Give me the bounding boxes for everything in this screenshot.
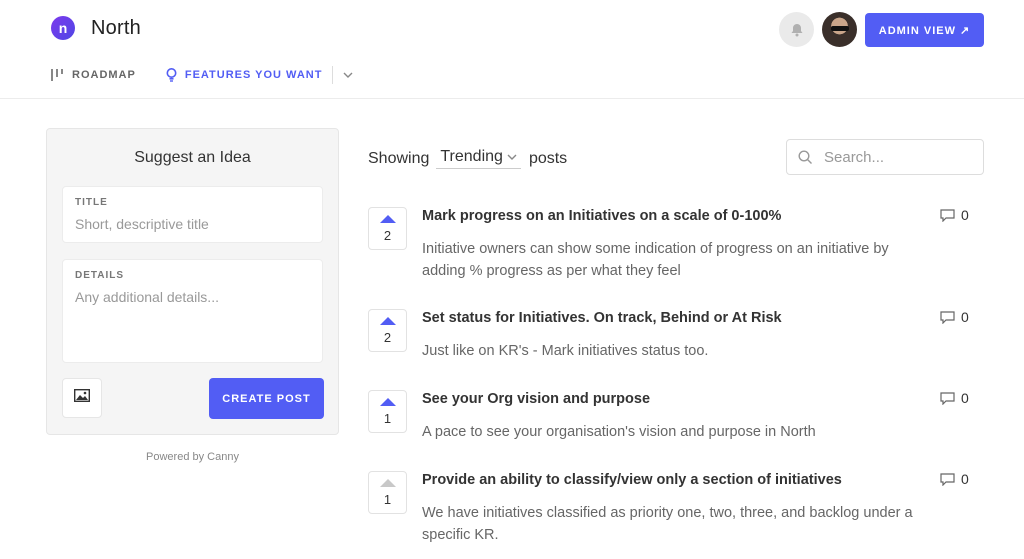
comment-count: 0: [940, 309, 969, 325]
tab-roadmap-label: ROADMAP: [72, 69, 136, 81]
admin-view-button[interactable]: ADMIN VIEW ↗: [865, 13, 984, 47]
comment-count-value: 0: [961, 471, 969, 487]
vote-count: 1: [383, 411, 392, 426]
upvote-arrow-icon: [379, 398, 396, 406]
comment-count-value: 0: [961, 207, 969, 223]
tab-features-label: FEATURES YOU WANT: [184, 69, 323, 81]
title-field[interactable]: TITLE Short, descriptive title: [62, 186, 323, 243]
powered-by-link[interactable]: Powered by Canny: [46, 451, 339, 463]
upvote-arrow-icon: [379, 317, 396, 325]
sort-dropdown[interactable]: Trending: [436, 148, 521, 169]
attach-image-button[interactable]: [62, 378, 102, 418]
comment-count: 0: [940, 390, 969, 406]
search-icon: [798, 149, 813, 165]
post-description: We have initiatives classified as priori…: [422, 505, 913, 543]
comment-count-value: 0: [961, 309, 969, 325]
comment-icon: [940, 208, 955, 222]
tab-roadmap[interactable]: ROADMAP: [51, 69, 136, 81]
panel-title: Suggest an Idea: [134, 149, 251, 166]
main-nav: ROADMAP FEATURES YOU WANT: [51, 66, 353, 84]
post-title[interactable]: Set status for Initiatives. On track, Be…: [422, 310, 782, 326]
search-placeholder: Search...: [824, 148, 885, 166]
image-icon: [73, 388, 91, 407]
roadmap-icon: [51, 69, 64, 81]
post-description: Initiative owners can show some indicati…: [422, 241, 889, 279]
post-description: Just like on KR's - Mark initiatives sta…: [422, 343, 709, 359]
upvote-arrow-icon: [379, 215, 396, 223]
search-input[interactable]: Search...: [786, 139, 984, 175]
comment-icon: [940, 391, 955, 405]
details-label: DETAILS: [75, 270, 125, 281]
vote-count: 2: [383, 228, 392, 243]
chevron-down-icon[interactable]: [343, 72, 353, 78]
vote-count: 2: [383, 330, 392, 345]
upvote-button[interactable]: 1: [368, 471, 407, 514]
post-title[interactable]: See your Org vision and purpose: [422, 391, 650, 407]
upvote-button[interactable]: 1: [368, 390, 407, 433]
post-title[interactable]: Mark progress on an Initiatives on a sca…: [422, 208, 781, 224]
suggest-idea-panel: Suggest an Idea TITLE Short, descriptive…: [46, 128, 339, 435]
title-label: TITLE: [75, 197, 108, 208]
showing-label: Showing: [368, 149, 430, 167]
user-avatar[interactable]: [822, 12, 857, 47]
details-field[interactable]: DETAILS Any additional details...: [62, 259, 323, 363]
header: n North ADMIN VIEW ↗ ROADMAP FEATURES YO…: [0, 0, 1024, 99]
comment-count-value: 0: [961, 390, 969, 406]
upvote-arrow-icon: [379, 479, 396, 487]
lightbulb-icon: [166, 68, 177, 82]
upvote-button[interactable]: 2: [368, 309, 407, 352]
comment-icon: [940, 310, 955, 324]
create-post-button[interactable]: CREATE POST: [209, 378, 324, 419]
upvote-button[interactable]: 2: [368, 207, 407, 250]
notifications-bell-icon[interactable]: [779, 12, 814, 47]
brand-name: North: [91, 16, 141, 39]
brand[interactable]: n North: [51, 16, 141, 40]
chevron-down-icon: [507, 154, 517, 160]
comment-icon: [940, 472, 955, 486]
vote-count: 1: [383, 492, 392, 507]
post-title[interactable]: Provide an ability to classify/view only…: [422, 472, 842, 488]
north-logo: n: [51, 16, 75, 40]
title-input[interactable]: Short, descriptive title: [75, 216, 310, 232]
comment-count: 0: [940, 207, 969, 223]
details-input[interactable]: Any additional details...: [75, 289, 310, 305]
comment-count: 0: [940, 471, 969, 487]
posts-label: posts: [528, 149, 568, 167]
tab-features[interactable]: FEATURES YOU WANT: [166, 68, 323, 82]
post-description: A pace to see your organisation's vision…: [422, 424, 816, 440]
showing-filter: Showing Trending posts: [368, 148, 567, 169]
nav-divider: [332, 66, 334, 84]
sort-value: Trending: [440, 148, 503, 165]
